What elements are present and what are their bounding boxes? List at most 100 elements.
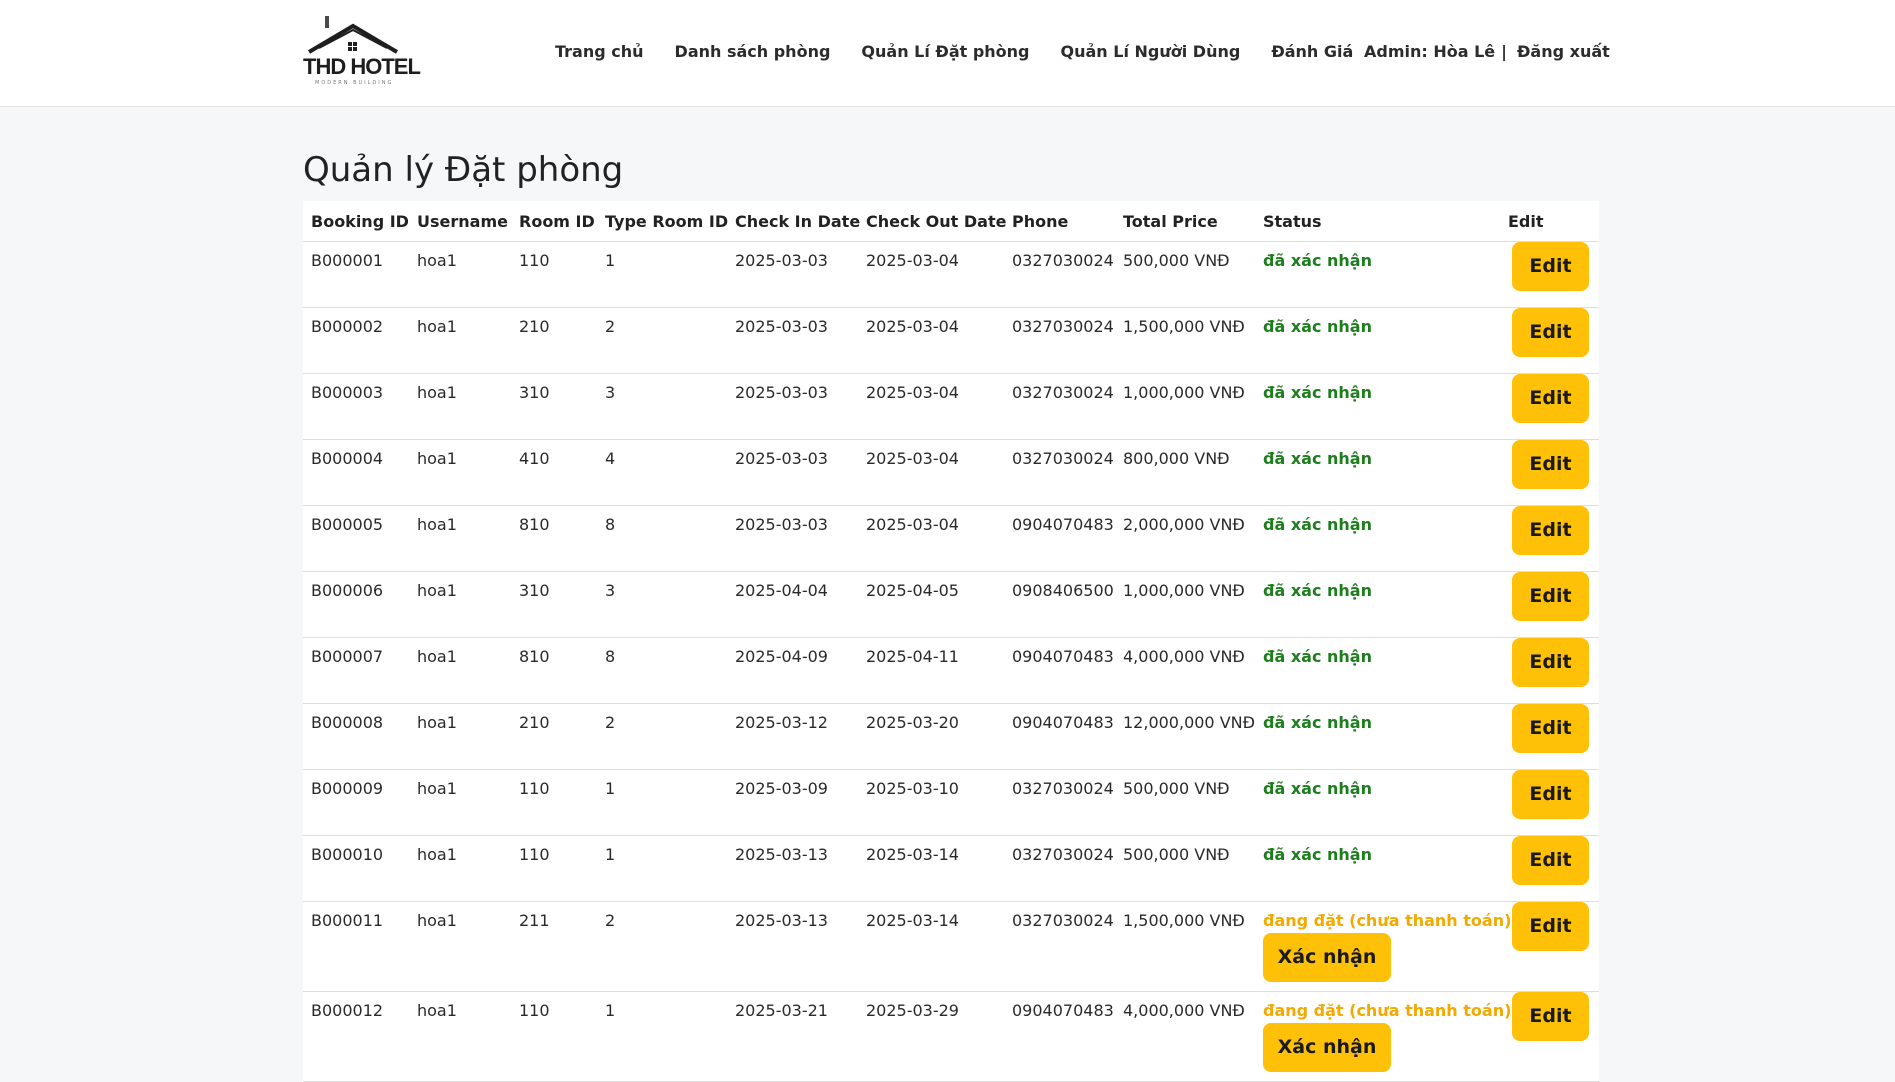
table-row: B000011 hoa1 211 2 2025-03-13 2025-03-14 03270… xyxy=(303,901,1599,992)
phone-cell: 0327030024 xyxy=(1004,241,1115,308)
phone-cell: 0327030024 xyxy=(1004,769,1115,836)
edit-cell-inner: Edit xyxy=(1508,242,1599,291)
room-id-cell: 310 xyxy=(511,571,597,638)
total-price-cell: 500,000 VNĐ xyxy=(1115,241,1255,308)
edit-cell-inner: Edit xyxy=(1508,770,1599,819)
room-id-cell: 211 xyxy=(511,901,597,992)
check-in-cell: 2025-03-03 xyxy=(727,439,858,506)
booking-id-cell: B000009 xyxy=(303,769,409,836)
edit-cell-inner: Edit xyxy=(1508,308,1599,357)
type-room-id-cell: 2 xyxy=(597,901,727,992)
edit-button[interactable]: Edit xyxy=(1512,638,1589,687)
nav-link-reviews[interactable]: Đánh Giá xyxy=(1271,42,1353,61)
nav-link-user-management[interactable]: Quản Lí Người Dùng xyxy=(1061,42,1241,61)
edit-button[interactable]: Edit xyxy=(1512,506,1589,555)
check-out-cell: 2025-03-14 xyxy=(858,901,1004,992)
table-row: B000010 hoa1 110 1 2025-03-13 2025-03-14 03270… xyxy=(303,835,1599,902)
edit-cell: Edit xyxy=(1500,703,1599,770)
status-badge: đã xác nhận xyxy=(1263,317,1372,336)
edit-button[interactable]: Edit xyxy=(1512,308,1589,357)
phone-cell: 0327030024 xyxy=(1004,901,1115,992)
edit-cell-inner: Edit xyxy=(1508,902,1599,951)
check-out-cell: 2025-03-10 xyxy=(858,769,1004,836)
username-cell: hoa1 xyxy=(409,571,511,638)
booking-id-cell: B000005 xyxy=(303,505,409,572)
nav-link-booking-management[interactable]: Quản Lí Đặt phòng xyxy=(861,42,1029,61)
header-username: Username xyxy=(409,201,511,242)
total-price-cell: 500,000 VNĐ xyxy=(1115,769,1255,836)
phone-cell: 0327030024 xyxy=(1004,439,1115,506)
table-row: B000001 hoa1 110 1 2025-03-03 2025-03-04 03270… xyxy=(303,241,1599,308)
status-cell: đã xác nhận xyxy=(1255,505,1500,572)
phone-cell: 0327030024 xyxy=(1004,835,1115,902)
bookings-table-container: Booking ID Username Room ID Type Room ID… xyxy=(303,201,1599,1082)
check-in-cell: 2025-03-03 xyxy=(727,373,858,440)
total-price-cell: 1,500,000 VNĐ xyxy=(1115,307,1255,374)
edit-button[interactable]: Edit xyxy=(1512,704,1589,753)
table-row: B000012 hoa1 110 1 2025-03-21 2025-03-29 09040… xyxy=(303,991,1599,1082)
edit-cell: Edit xyxy=(1500,835,1599,902)
edit-cell: Edit xyxy=(1500,307,1599,374)
table-row: B000003 hoa1 310 3 2025-03-03 2025-03-04 03270… xyxy=(303,373,1599,440)
hotel-logo[interactable]: THD HOTEL MODERN BUILDING xyxy=(303,14,421,88)
edit-button[interactable]: Edit xyxy=(1512,770,1589,819)
edit-button[interactable]: Edit xyxy=(1512,836,1589,885)
room-id-cell: 110 xyxy=(511,241,597,308)
status-cell: đã xác nhận xyxy=(1255,703,1500,770)
status-badge: đã xác nhận xyxy=(1263,779,1372,798)
total-price-cell: 2,000,000 VNĐ xyxy=(1115,505,1255,572)
type-room-id-cell: 3 xyxy=(597,373,727,440)
edit-cell: Edit xyxy=(1500,769,1599,836)
user-area: Admin: Hòa Lê | Đăng xuất xyxy=(1364,42,1610,61)
username-cell: hoa1 xyxy=(409,991,511,1082)
confirm-button[interactable]: Xác nhận xyxy=(1263,1023,1391,1072)
phone-cell: 0904070483 xyxy=(1004,991,1115,1082)
username-cell: hoa1 xyxy=(409,373,511,440)
table-row: B000004 hoa1 410 4 2025-03-03 2025-03-04 03270… xyxy=(303,439,1599,506)
top-navbar: THD HOTEL MODERN BUILDING Trang chủ Danh… xyxy=(0,0,1895,107)
edit-button[interactable]: Edit xyxy=(1512,992,1589,1041)
header-booking-id: Booking ID xyxy=(303,201,409,242)
booking-id-cell: B000011 xyxy=(303,901,409,992)
edit-cell-inner: Edit xyxy=(1508,440,1599,489)
logout-link[interactable]: Đăng xuất xyxy=(1517,42,1610,61)
edit-button[interactable]: Edit xyxy=(1512,902,1589,951)
username-cell: hoa1 xyxy=(409,505,511,572)
table-row: B000008 hoa1 210 2 2025-03-12 2025-03-20 09040… xyxy=(303,703,1599,770)
nav-link-room-list[interactable]: Danh sách phòng xyxy=(675,42,831,61)
room-id-cell: 810 xyxy=(511,637,597,704)
header-type-room-id: Type Room ID xyxy=(597,201,728,242)
type-room-id-cell: 8 xyxy=(597,505,727,572)
status-cell: đã xác nhận xyxy=(1255,835,1500,902)
room-id-cell: 210 xyxy=(511,307,597,374)
logo-text: THD HOTEL xyxy=(303,54,421,79)
header-total-price: Total Price xyxy=(1115,201,1255,242)
total-price-cell: 1,000,000 VNĐ xyxy=(1115,571,1255,638)
table-body: B000001 hoa1 110 1 2025-03-03 2025-03-04 03270… xyxy=(303,241,1599,1082)
table-header-row: Booking ID Username Room ID Type Room ID… xyxy=(303,201,1599,242)
nav-link-home[interactable]: Trang chủ xyxy=(555,42,644,61)
admin-label: Admin: Hòa Lê xyxy=(1364,42,1496,61)
edit-cell-inner: Edit xyxy=(1508,374,1599,423)
check-out-cell: 2025-03-04 xyxy=(858,307,1004,374)
header-edit: Edit xyxy=(1500,201,1599,242)
check-in-cell: 2025-04-09 xyxy=(727,637,858,704)
confirm-button[interactable]: Xác nhận xyxy=(1263,933,1391,982)
username-cell: hoa1 xyxy=(409,901,511,992)
edit-button[interactable]: Edit xyxy=(1512,572,1589,621)
username-cell: hoa1 xyxy=(409,703,511,770)
status-cell: đã xác nhận xyxy=(1255,571,1500,638)
booking-id-cell: B000004 xyxy=(303,439,409,506)
edit-button[interactable]: Edit xyxy=(1512,374,1589,423)
edit-button[interactable]: Edit xyxy=(1512,242,1589,291)
edit-button[interactable]: Edit xyxy=(1512,440,1589,489)
edit-cell: Edit xyxy=(1500,637,1599,704)
table-row: B000007 hoa1 810 8 2025-04-09 2025-04-11 09040… xyxy=(303,637,1599,704)
booking-id-cell: B000003 xyxy=(303,373,409,440)
type-room-id-cell: 8 xyxy=(597,637,727,704)
total-price-cell: 4,000,000 VNĐ xyxy=(1115,637,1255,704)
status-badge: đã xác nhận xyxy=(1263,251,1372,270)
room-id-cell: 110 xyxy=(511,835,597,902)
edit-cell-inner: Edit xyxy=(1508,506,1599,555)
edit-cell-inner: Edit xyxy=(1508,836,1599,885)
